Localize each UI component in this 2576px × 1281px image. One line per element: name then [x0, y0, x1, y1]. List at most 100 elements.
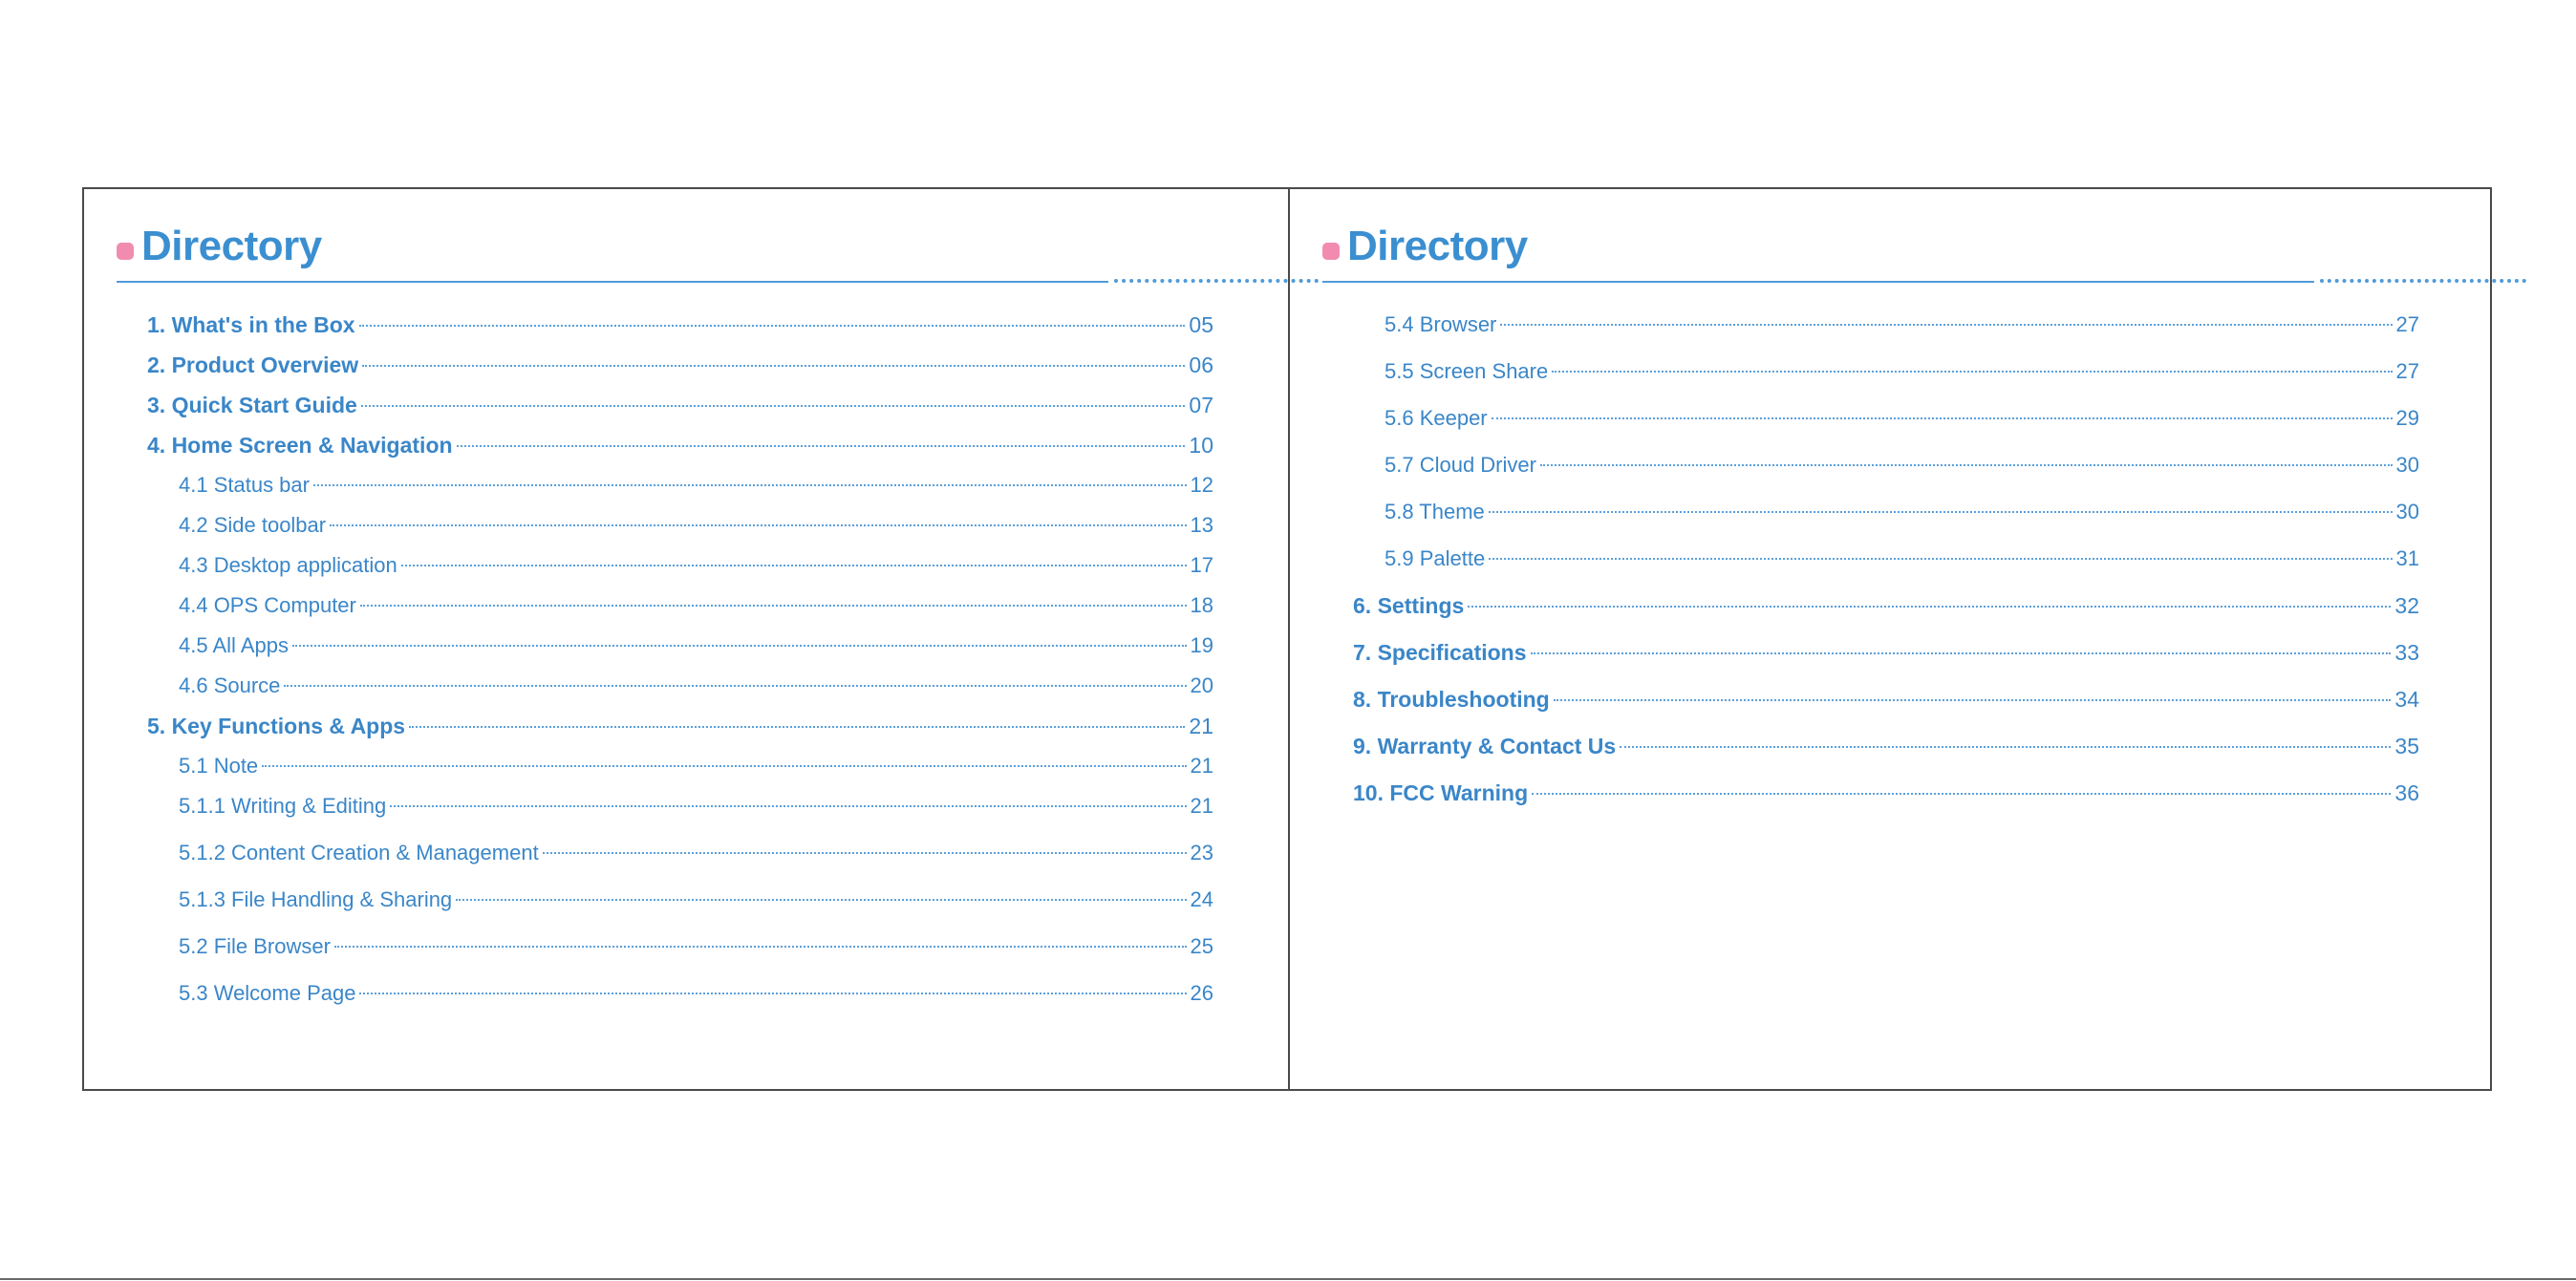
dot-leader: [1489, 558, 2393, 560]
toc-entry-page-number: 27: [2395, 359, 2419, 383]
toc-entry-page-number: 36: [2394, 780, 2419, 805]
toc-entry-page-number: 27: [2395, 312, 2419, 336]
dot-leader: [1552, 371, 2393, 373]
dot-leader: [291, 645, 1187, 647]
toc-entry[interactable]: 1. What's in the Box 05: [147, 312, 1213, 338]
toc-entry-page-number: 05: [1189, 312, 1213, 337]
pink-bullet-icon: [1322, 243, 1340, 260]
toc-entry-page-number: 06: [1189, 352, 1213, 377]
heading-text: Directory: [141, 223, 322, 269]
toc-entry-label: 3. Quick Start Guide: [147, 393, 357, 417]
toc-entry[interactable]: 5.6 Keeper 29: [1385, 406, 2419, 431]
heading-rule: [117, 281, 1108, 283]
dot-leader: [362, 365, 1186, 367]
dot-leader: [1530, 652, 2392, 654]
dot-leader: [1491, 417, 2393, 419]
toc-entry[interactable]: 2. Product Overview 06: [147, 352, 1213, 378]
toc-entry[interactable]: 8. Troubleshooting 34: [1353, 687, 2419, 713]
dot-leader: [1620, 746, 2392, 748]
toc-entry[interactable]: 4. Home Screen & Navigation 10: [147, 433, 1213, 459]
toc-entry[interactable]: 5.5 Screen Share 27: [1385, 359, 2419, 384]
pink-bullet-icon: [117, 243, 134, 260]
toc-entry-label: 5.6 Keeper: [1385, 406, 1488, 430]
toc-entry-page-number: 13: [1190, 513, 1213, 537]
dot-leader: [390, 805, 1187, 807]
toc-entry-label: 4.4 OPS Computer: [179, 593, 356, 617]
dot-leader: [400, 565, 1187, 566]
directory-spread: Directory 1. What's in the Box 05 2. Produ…: [82, 187, 2526, 1091]
toc-entry[interactable]: 3. Quick Start Guide 07: [147, 393, 1213, 418]
heading-rule: [1322, 281, 2314, 283]
toc-entry-page-number: 30: [2395, 453, 2419, 477]
toc-entry[interactable]: 9. Warranty & Contact Us 35: [1353, 734, 2419, 759]
dot-leader: [456, 445, 1186, 447]
toc-entry-label: 5.1 Note: [179, 754, 259, 778]
toc-entry[interactable]: 5.1.3 File Handling & Sharing 24: [179, 887, 1213, 912]
directory-heading: Directory: [117, 225, 322, 267]
toc-entry-label: 4.1 Status bar: [179, 473, 310, 497]
toc-entry-label: 4.6 Source: [179, 673, 281, 697]
toc-entry-label: 2. Product Overview: [147, 352, 359, 377]
toc-entry-label: 4. Home Screen & Navigation: [147, 433, 453, 458]
toc-entry[interactable]: 7. Specifications 33: [1353, 640, 2419, 666]
toc-entry-label: 4.2 Side toolbar: [179, 513, 327, 537]
toc-entry[interactable]: 4.4 OPS Computer 18: [179, 593, 1213, 618]
dot-leader: [358, 325, 1186, 327]
toc-entry-page-number: 24: [1190, 887, 1213, 911]
toc-entry[interactable]: 10. FCC Warning 36: [1353, 780, 2419, 806]
toc-entry-label: 8. Troubleshooting: [1353, 687, 1550, 712]
toc-entry-label: 10. FCC Warning: [1353, 780, 1529, 805]
toc-entry-label: 4.3 Desktop application: [179, 553, 397, 577]
toc-entry-page-number: 25: [1190, 934, 1213, 958]
toc-entry-label: 6. Settings: [1353, 593, 1465, 618]
toc-entry[interactable]: 6. Settings 32: [1353, 593, 2419, 619]
toc-entry-page-number: 30: [2395, 500, 2419, 523]
toc-entry-page-number: 35: [2394, 734, 2419, 758]
toc-entry-page-number: 21: [1189, 714, 1213, 738]
toc-entry-label: 5.3 Welcome Page: [179, 981, 356, 1005]
heading-text: Directory: [1347, 223, 1528, 269]
dot-leader: [333, 946, 1187, 948]
toc-entry[interactable]: 5.7 Cloud Driver 30: [1385, 453, 2419, 478]
toc-entry-label: 5.1.1 Writing & Editing: [179, 794, 387, 818]
toc-entry[interactable]: 4.3 Desktop application 17: [179, 553, 1213, 578]
toc-entry[interactable]: 5.4 Browser 27: [1385, 312, 2419, 337]
toc-entry[interactable]: 5. Key Functions & Apps 21: [147, 714, 1213, 739]
toc-entry-page-number: 17: [1190, 553, 1213, 577]
dot-leader: [1539, 464, 2393, 466]
toc-entry[interactable]: 4.1 Status bar 12: [179, 473, 1213, 498]
right-page: Directory 5.4 Browser 27 5.5 Screen Share 2…: [1290, 189, 2526, 1089]
toc-entry[interactable]: 4.6 Source 20: [179, 673, 1213, 698]
toc-entry-label: 4.5 All Apps: [179, 633, 289, 657]
toc-entry[interactable]: 5.2 File Browser 25: [179, 934, 1213, 959]
toc-entry-page-number: 23: [1190, 841, 1213, 865]
toc-entry-page-number: 20: [1190, 673, 1213, 697]
toc-entry-page-number: 19: [1190, 633, 1213, 657]
toc-entry-label: 5.1.3 File Handling & Sharing: [179, 887, 453, 911]
toc-entry-label: 5.2 File Browser: [179, 934, 331, 958]
toc-entry[interactable]: 5.9 Palette 31: [1385, 546, 2419, 571]
toc-entry[interactable]: 5.1.2 Content Creation & Management 23: [179, 841, 1213, 865]
toc-entry[interactable]: 5.1 Note 21: [179, 754, 1213, 779]
toc-entry-page-number: 29: [2395, 406, 2419, 430]
toc-entry[interactable]: 5.8 Theme 30: [1385, 500, 2419, 524]
toc-entry[interactable]: 4.5 All Apps 19: [179, 633, 1213, 658]
dot-leader: [330, 524, 1187, 526]
heading-dotted-rule: [2320, 279, 2526, 283]
dot-leader: [1488, 511, 2393, 513]
toc-entry-page-number: 34: [2394, 687, 2419, 712]
toc-entry[interactable]: 5.1.1 Writing & Editing 21: [179, 794, 1213, 819]
toc-entry-label: 5.7 Cloud Driver: [1385, 453, 1536, 477]
dot-leader: [360, 405, 1186, 407]
toc-entry-label: 5.5 Screen Share: [1385, 359, 1549, 383]
dot-leader: [359, 993, 1187, 994]
dot-leader: [284, 685, 1187, 687]
toc-entry[interactable]: 4.2 Side toolbar 13: [179, 513, 1213, 538]
dot-leader: [409, 726, 1186, 728]
toc-entry-page-number: 31: [2395, 546, 2419, 570]
toc-entry-label: 9. Warranty & Contact Us: [1353, 734, 1617, 758]
dot-leader: [1553, 699, 2392, 701]
toc-entry-label: 5.8 Theme: [1385, 500, 1485, 523]
toc-entry[interactable]: 5.3 Welcome Page 26: [179, 981, 1213, 1006]
toc-entry-page-number: 33: [2394, 640, 2419, 665]
